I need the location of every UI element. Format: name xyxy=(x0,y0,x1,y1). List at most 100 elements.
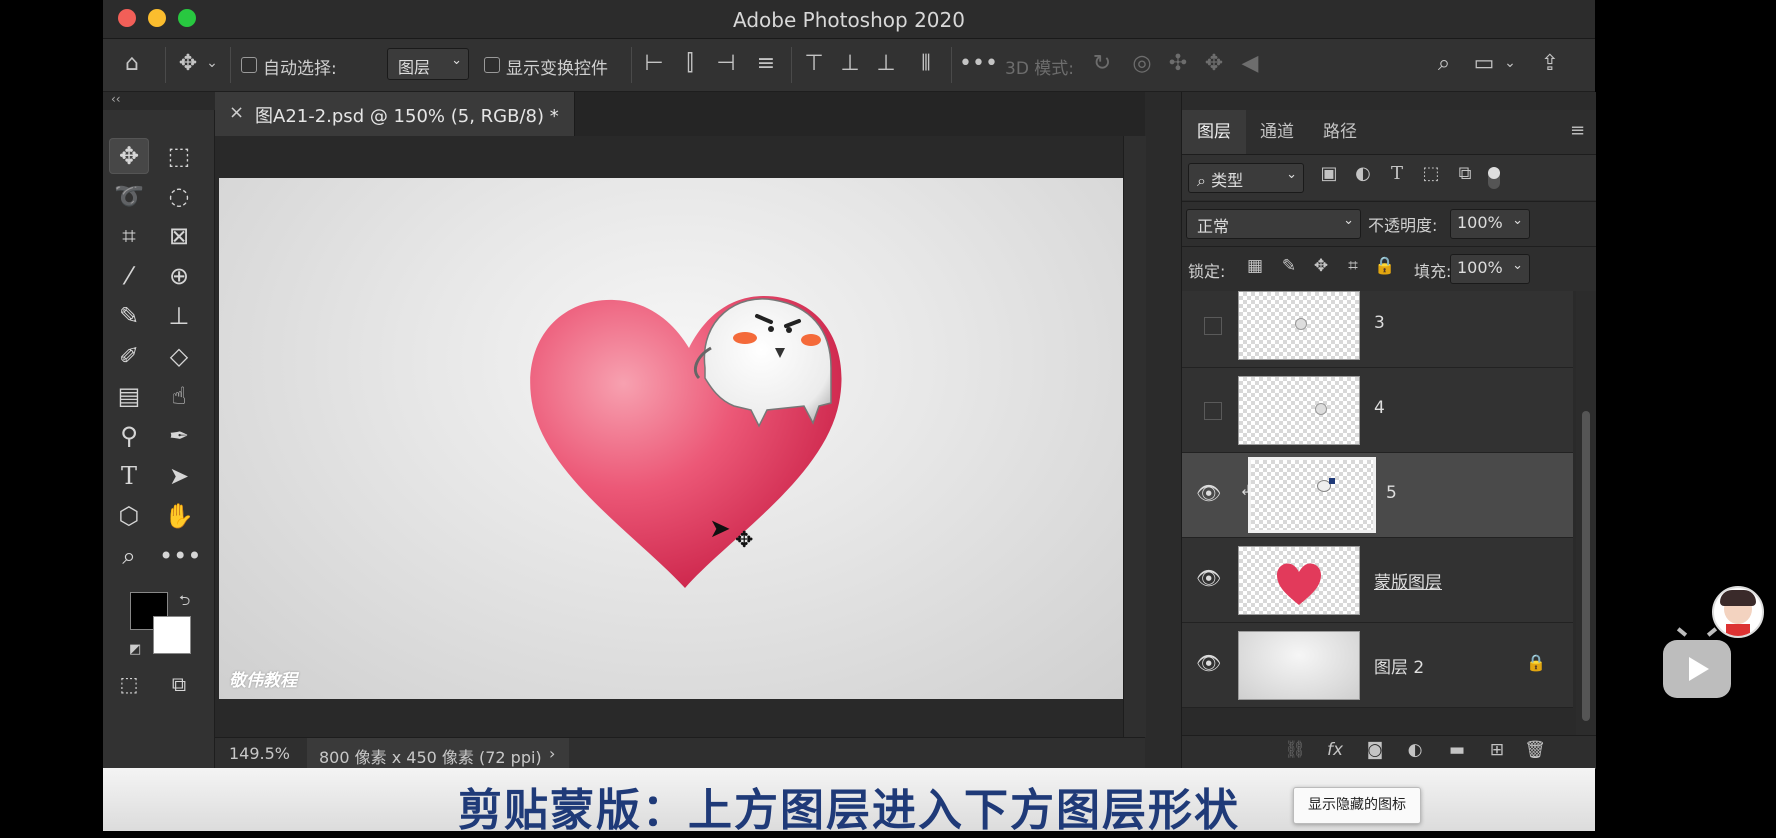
history-brush-tool-icon[interactable]: ✐ xyxy=(109,338,149,374)
layers-scrollbar[interactable] xyxy=(1576,291,1596,735)
move-tool-icon[interactable]: ✥ xyxy=(109,138,149,174)
document-tab[interactable]: × 图A21-2.psd @ 150% (5, RGB/8) * xyxy=(215,92,575,136)
zoom-level[interactable]: 149.5% xyxy=(229,744,290,763)
shape-filter-icon[interactable]: ⬚ xyxy=(1418,163,1444,184)
chevron-down-icon[interactable]: ⌄ xyxy=(203,55,221,71)
filter-type-dropdown[interactable]: ⌕ 类型 ⌄ xyxy=(1188,163,1304,193)
tab-layers[interactable]: 图层 xyxy=(1182,110,1246,154)
eraser-tool-icon[interactable]: ◇ xyxy=(159,338,199,374)
layers-list: 3 4 👁 ↲ 5 👁 蒙版图层 👁 图层 2 🔒 xyxy=(1182,291,1596,735)
fx-icon[interactable]: fx xyxy=(1322,740,1348,760)
share-icon[interactable]: ⇪ xyxy=(1535,51,1565,76)
zoom-tool-icon[interactable]: ⌕ xyxy=(109,538,149,574)
lock-transparent-icon[interactable]: ▦ xyxy=(1244,256,1266,276)
default-colors-icon[interactable]: ◩ xyxy=(129,642,141,657)
fill-label: 填充: xyxy=(1414,262,1452,281)
canvas[interactable]: 敬伟教程 xyxy=(219,178,1142,699)
eyedropper-tool-icon[interactable]: ⁄ xyxy=(109,258,149,294)
auto-select-dropdown[interactable]: 图层 ⌄ xyxy=(387,48,469,80)
background-color-swatch[interactable] xyxy=(153,616,191,654)
smudge-tool-icon[interactable]: ☝ xyxy=(159,378,199,414)
align-bottom-icon[interactable]: ⊥ xyxy=(871,51,901,76)
chevron-right-icon[interactable]: › xyxy=(549,744,555,763)
tab-paths[interactable]: 路径 xyxy=(1308,110,1372,154)
show-transform-checkbox[interactable] xyxy=(484,57,500,73)
frame-tool-icon[interactable]: ⊠ xyxy=(159,218,199,254)
add-mask-icon[interactable]: ◙ xyxy=(1362,740,1388,760)
screen-mode-icon[interactable]: ⧉ xyxy=(159,666,199,702)
type-tool-icon[interactable]: T xyxy=(109,458,149,494)
lock-all-icon[interactable]: 🔒 xyxy=(1374,256,1396,276)
move-tool-icon[interactable]: ✥ xyxy=(173,51,203,76)
3d-roll-icon[interactable]: ◎ xyxy=(1127,51,1157,76)
brush-tool-icon[interactable]: ✎ xyxy=(109,298,149,334)
stamp-tool-icon[interactable]: ⊥ xyxy=(159,298,199,334)
quick-select-tool-icon[interactable]: ◌ xyxy=(159,178,199,214)
swap-colors-icon[interactable]: ⮌ xyxy=(179,590,190,614)
align-center-icon[interactable]: ⫿ xyxy=(675,51,705,76)
chevron-down-icon[interactable]: ⌄ xyxy=(1501,55,1519,71)
distribute-vertical-icon[interactable]: ⦀ xyxy=(911,51,941,76)
layer-row-5[interactable]: 👁 ↲ 5 xyxy=(1182,453,1573,538)
eye-icon[interactable]: 👁 xyxy=(1196,481,1221,505)
3d-camera-icon[interactable]: ◀ xyxy=(1235,51,1265,76)
auto-select-checkbox[interactable] xyxy=(241,57,257,73)
lock-artboard-icon[interactable]: ⌗ xyxy=(1342,256,1364,276)
lasso-tool-icon[interactable]: ➰ xyxy=(109,178,149,214)
3d-orbit-icon[interactable]: ↻ xyxy=(1087,51,1117,76)
dodge-tool-icon[interactable]: ⚲ xyxy=(109,418,149,454)
trash-icon[interactable]: 🗑 xyxy=(1522,740,1548,760)
align-right-icon[interactable]: ⊣ xyxy=(711,51,741,76)
crop-tool-icon[interactable]: ⌗ xyxy=(109,218,149,254)
eye-icon[interactable]: 👁 xyxy=(1196,651,1221,675)
more-tools-icon[interactable]: ••• xyxy=(159,538,201,574)
avatar[interactable] xyxy=(1712,586,1764,638)
align-middle-icon[interactable]: ⊥ xyxy=(835,51,865,76)
distribute-icon[interactable]: ≡ xyxy=(751,51,781,76)
opacity-input[interactable]: 100% ⌄ xyxy=(1450,209,1530,239)
layer-row-4[interactable]: 4 xyxy=(1182,368,1573,453)
type-filter-icon[interactable]: T xyxy=(1384,163,1410,184)
3d-pan-icon[interactable]: ✣ xyxy=(1163,51,1193,76)
adjustment-layer-icon[interactable]: ◐ xyxy=(1402,740,1428,760)
layer-row-3[interactable]: 3 xyxy=(1182,291,1573,368)
link-icon[interactable]: ⛓ xyxy=(1282,740,1308,760)
shape-tool-icon[interactable]: ⬡ xyxy=(109,498,149,534)
layer-row-layer2[interactable]: 👁 图层 2 🔒 xyxy=(1182,623,1573,708)
eye-icon[interactable]: 👁 xyxy=(1196,566,1221,590)
new-group-icon[interactable]: ▬ xyxy=(1444,740,1470,760)
align-left-icon[interactable]: ⊢ xyxy=(639,51,669,76)
lock-position-icon[interactable]: ✥ xyxy=(1310,256,1332,276)
blend-mode-dropdown[interactable]: 正常 ⌄ xyxy=(1186,209,1361,239)
lock-pixels-icon[interactable]: ✎ xyxy=(1278,256,1300,276)
more-options-icon[interactable]: ••• xyxy=(959,51,998,76)
align-top-icon[interactable]: ⊤ xyxy=(799,51,829,76)
smart-object-filter-icon[interactable]: ⧉ xyxy=(1452,163,1478,184)
tab-channels[interactable]: 通道 xyxy=(1246,110,1308,154)
gradient-tool-icon[interactable]: ▤ xyxy=(109,378,149,414)
workspace-icon[interactable]: ▭ xyxy=(1469,51,1499,76)
adjustment-filter-icon[interactable]: ◐ xyxy=(1350,163,1376,184)
visibility-toggle[interactable] xyxy=(1204,402,1222,420)
pen-tool-icon[interactable]: ✒ xyxy=(159,418,199,454)
hand-tool-icon[interactable]: ✋ xyxy=(159,498,199,534)
3d-slide-icon[interactable]: ✥ xyxy=(1199,51,1229,76)
new-layer-icon[interactable]: ⊞ xyxy=(1484,740,1510,760)
panel-menu-icon[interactable]: ≡ xyxy=(1570,120,1585,141)
path-select-tool-icon[interactable]: ➤ xyxy=(159,458,199,494)
filter-toggle[interactable] xyxy=(1488,167,1500,189)
collapse-left-icon[interactable]: ‹‹ xyxy=(111,92,121,106)
pixel-filter-icon[interactable]: ▣ xyxy=(1316,163,1342,184)
close-tab-icon[interactable]: × xyxy=(229,102,244,123)
video-play-button[interactable] xyxy=(1663,627,1731,698)
canvas-viewport[interactable]: 敬伟教程 ➤ ✥ xyxy=(215,136,1142,737)
visibility-toggle[interactable] xyxy=(1204,317,1222,335)
marquee-tool-icon[interactable]: ⬚ xyxy=(159,138,199,174)
fill-input[interactable]: 100% ⌄ xyxy=(1450,254,1530,284)
vertical-scrollbar[interactable] xyxy=(1123,136,1146,737)
quick-mask-icon[interactable]: ⬚ xyxy=(109,666,149,702)
spot-healing-tool-icon[interactable]: ⊕ xyxy=(159,258,199,294)
layer-row-mask[interactable]: 👁 蒙版图层 xyxy=(1182,538,1573,623)
search-icon[interactable]: ⌕ xyxy=(1429,51,1459,76)
home-icon[interactable]: ⌂ xyxy=(117,51,147,76)
